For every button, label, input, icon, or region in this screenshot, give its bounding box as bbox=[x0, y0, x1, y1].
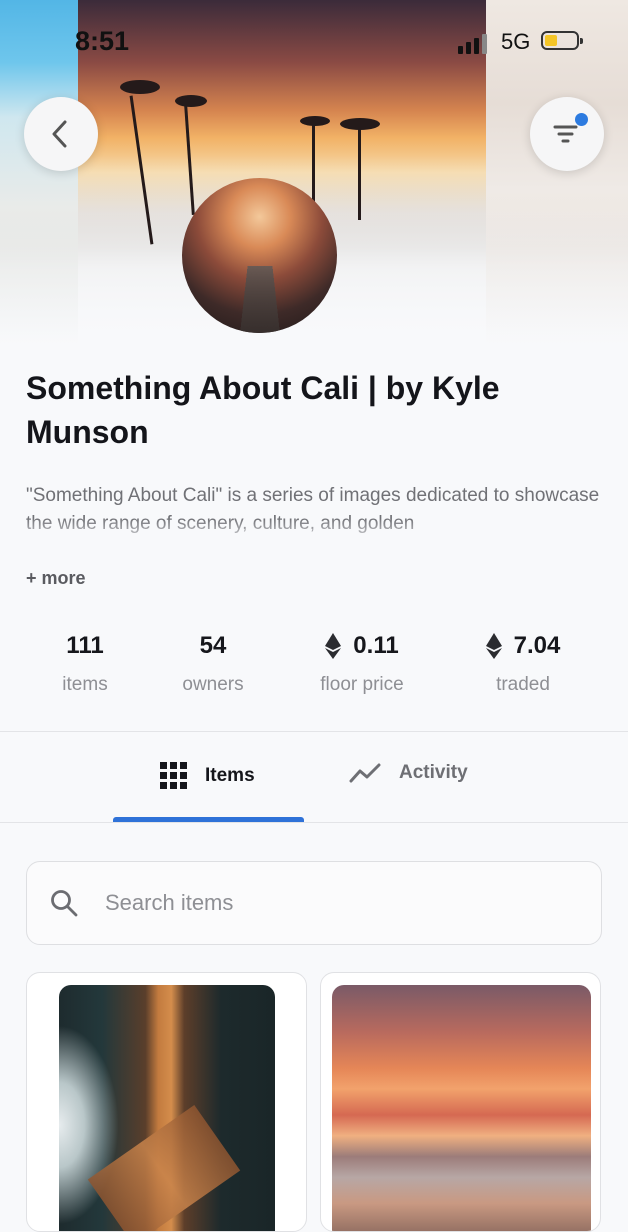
palm-tree-shape bbox=[184, 105, 195, 215]
tab-label: Activity bbox=[399, 762, 468, 783]
tab-items[interactable]: Items bbox=[160, 762, 255, 789]
palm-tree-shape bbox=[358, 125, 361, 220]
item-image-beach-sunset bbox=[332, 985, 591, 1231]
stat-value: 0.11 bbox=[353, 632, 399, 659]
activity-chart-icon bbox=[349, 763, 381, 783]
tab-label: Items bbox=[205, 764, 255, 786]
show-more-link[interactable]: + more bbox=[26, 568, 86, 589]
tab-activity[interactable]: Activity bbox=[349, 762, 468, 784]
status-time: 8:51 bbox=[75, 26, 130, 56]
stat-label: floor price bbox=[320, 674, 404, 695]
stat-value: 54 bbox=[199, 632, 227, 659]
palm-tree-shape bbox=[300, 116, 330, 126]
stat-label: owners bbox=[182, 674, 244, 695]
stat-value: 111 bbox=[66, 632, 104, 659]
item-image-pier bbox=[59, 985, 275, 1231]
back-button[interactable] bbox=[24, 97, 98, 171]
filter-button[interactable] bbox=[530, 97, 604, 171]
item-card[interactable] bbox=[320, 972, 601, 1232]
stat-floor-price: 0.11 floor price bbox=[300, 632, 424, 696]
banner-left-panel bbox=[0, 0, 78, 345]
grid-icon bbox=[160, 762, 187, 789]
collection-stats: 111 items 54 owners 0.11 floor price 7.0… bbox=[0, 632, 628, 712]
stat-owners: 54 owners bbox=[163, 632, 263, 696]
palm-tree-shape bbox=[312, 122, 315, 202]
palm-tree-shape bbox=[129, 95, 154, 245]
chevron-left-icon bbox=[52, 120, 67, 148]
collection-title: Something About Cali | by Kyle Munson bbox=[26, 370, 500, 450]
divider bbox=[0, 731, 628, 732]
palm-tree-shape bbox=[340, 118, 380, 130]
divider bbox=[0, 822, 628, 823]
tab-bar: Items Activity bbox=[0, 733, 628, 823]
palm-tree-shape bbox=[120, 80, 160, 94]
item-card[interactable] bbox=[26, 972, 307, 1232]
stat-items: 111 items bbox=[35, 632, 135, 696]
ethereum-icon bbox=[325, 633, 342, 659]
search-input[interactable] bbox=[103, 889, 547, 917]
stat-traded: 7.04 traded bbox=[463, 632, 583, 696]
stat-label: items bbox=[62, 674, 108, 695]
battery-icon bbox=[541, 31, 583, 50]
filter-active-indicator bbox=[575, 113, 588, 126]
collection-description: "Something About Cali" is a series of im… bbox=[26, 485, 600, 534]
ethereum-icon bbox=[485, 633, 502, 659]
signal-icon bbox=[458, 32, 488, 54]
search-icon bbox=[51, 890, 78, 917]
search-box[interactable] bbox=[26, 861, 602, 945]
stat-label: traded bbox=[496, 674, 550, 695]
network-type: 5G bbox=[501, 29, 531, 54]
palm-tree-shape bbox=[175, 95, 207, 107]
stat-value: 7.04 bbox=[513, 632, 561, 659]
collection-avatar bbox=[182, 178, 337, 333]
